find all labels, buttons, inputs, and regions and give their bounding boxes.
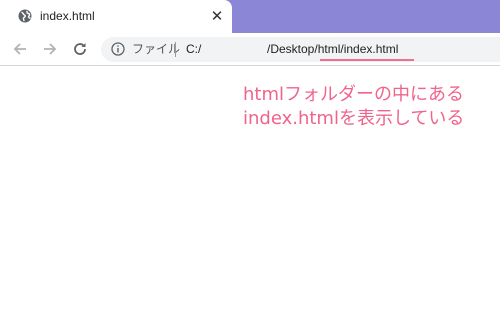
tab-title: index.html: [40, 9, 95, 23]
reload-button[interactable]: [69, 38, 91, 60]
annotation-text: htmlフォルダーの中にある index.htmlを表示している: [243, 83, 493, 131]
reload-icon: [74, 43, 86, 55]
annotation-line-2: index.htmlを表示している: [243, 108, 465, 129]
scheme-label: ファイル: [132, 42, 181, 56]
annotation-line-1: htmlフォルダーの中にある: [243, 84, 464, 105]
browser-toolbar: ファイル C:/ /Desktop/html/index.html: [0, 33, 500, 66]
url-path: /Desktop/html/index.html: [267, 42, 399, 56]
arrow-right-icon: [44, 43, 57, 55]
forward-button[interactable]: [39, 38, 61, 60]
url-drive: C:/: [186, 42, 202, 56]
arrow-left-icon: [13, 43, 26, 55]
globe-icon: [18, 9, 32, 23]
info-icon[interactable]: [111, 42, 125, 56]
close-icon[interactable]: ✕: [208, 7, 226, 25]
tab-index-html[interactable]: index.html ✕: [0, 0, 232, 33]
scheme-separator: [175, 42, 176, 57]
tab-strip: index.html ✕: [0, 0, 500, 33]
highlight-underline: [320, 59, 414, 61]
address-bar[interactable]: ファイル C:/ /Desktop/html/index.html: [101, 37, 500, 62]
back-button[interactable]: [9, 38, 31, 60]
